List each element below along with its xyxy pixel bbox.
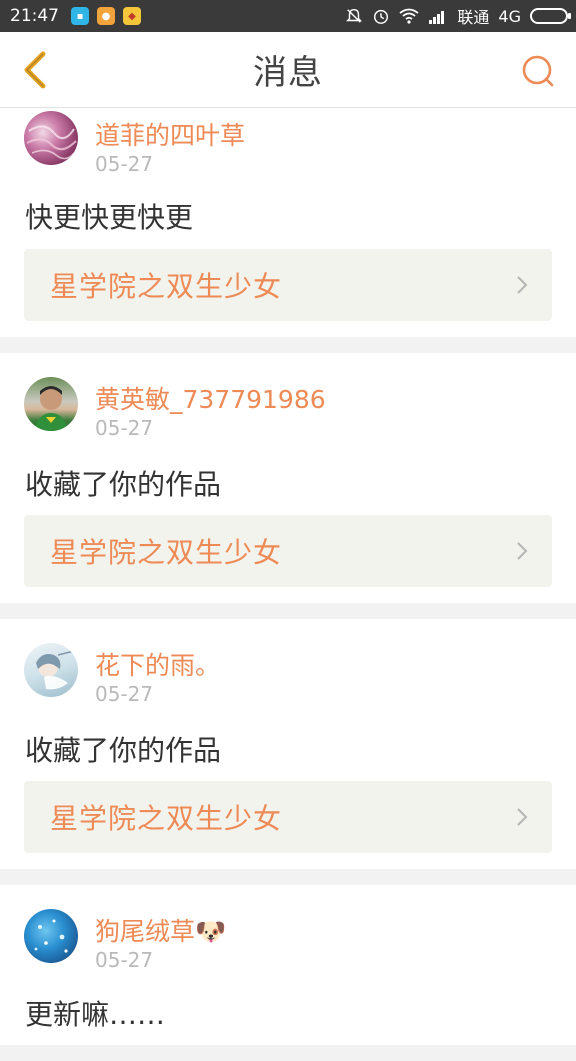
message-card[interactable]: 花下的雨。 05-27 收藏了你的作品 星学院之双生少女: [0, 619, 576, 869]
network-type: 4G: [498, 6, 521, 26]
signal-icon: [429, 11, 445, 24]
username-text: 狗尾绒草: [95, 917, 196, 946]
chevron-right-icon: [517, 542, 528, 560]
back-button[interactable]: [14, 50, 54, 90]
work-link[interactable]: 星学院之双生少女: [24, 515, 552, 587]
avatar[interactable]: [24, 909, 78, 963]
username[interactable]: 花下的雨。: [95, 646, 220, 682]
message-text: 收藏了你的作品: [25, 734, 222, 767]
username[interactable]: 黄英敏_737791986: [95, 380, 326, 416]
message-card[interactable]: 道菲的四叶草 05-27 快更快更快更 星学院之双生少女: [0, 108, 576, 337]
message-text: 收藏了你的作品: [25, 468, 222, 501]
message-date: 05-27: [95, 152, 154, 176]
chat-app-icon: ●: [97, 7, 115, 25]
search-button[interactable]: [520, 54, 556, 90]
message-text: 快更快更快更: [25, 201, 194, 234]
message-card[interactable]: 黄英敏_737791986 05-27 收藏了你的作品 星学院之双生少女: [0, 353, 576, 603]
battery-icon: [530, 8, 571, 24]
status-bar: 21:47 ▪ ● ◆ 联通 4G: [0, 0, 576, 32]
work-link[interactable]: 星学院之双生少女: [24, 249, 552, 321]
alarm-icon: [374, 9, 389, 24]
status-time: 21:47: [10, 6, 59, 26]
chevron-left-icon: [24, 51, 46, 89]
message-app-icon: ▪: [71, 7, 89, 25]
carrier-name: 联通: [457, 8, 490, 27]
search-icon: [522, 55, 554, 87]
message-date: 05-27: [95, 682, 154, 706]
work-link[interactable]: 星学院之双生少女: [24, 781, 552, 853]
avatar[interactable]: [24, 111, 78, 165]
message-list: 道菲的四叶草 05-27 快更快更快更 星学院之双生少女 黄英敏_7377919…: [0, 108, 576, 1061]
app-header: 消息: [0, 32, 576, 108]
username[interactable]: 道菲的四叶草: [95, 116, 245, 152]
game-app-icon: ◆: [123, 7, 141, 25]
message-date: 05-27: [95, 948, 154, 972]
message-text: 更新嘛……: [25, 998, 166, 1031]
wifi-icon: [399, 8, 419, 24]
mute-icon: [346, 8, 363, 23]
chevron-right-icon: [517, 808, 528, 826]
avatar[interactable]: [24, 377, 78, 431]
work-title: 星学院之双生少女: [50, 802, 283, 835]
page-title: 消息: [253, 53, 323, 93]
username[interactable]: 狗尾绒草🐶: [95, 912, 226, 948]
message-card[interactable]: 狗尾绒草🐶 05-27 更新嘛……: [0, 885, 576, 1045]
avatar[interactable]: [24, 643, 78, 697]
work-title: 星学院之双生少女: [50, 536, 283, 569]
chevron-right-icon: [517, 276, 528, 294]
dog-emoji: 🐶: [195, 917, 227, 946]
message-date: 05-27: [95, 416, 154, 440]
work-title: 星学院之双生少女: [50, 270, 283, 303]
